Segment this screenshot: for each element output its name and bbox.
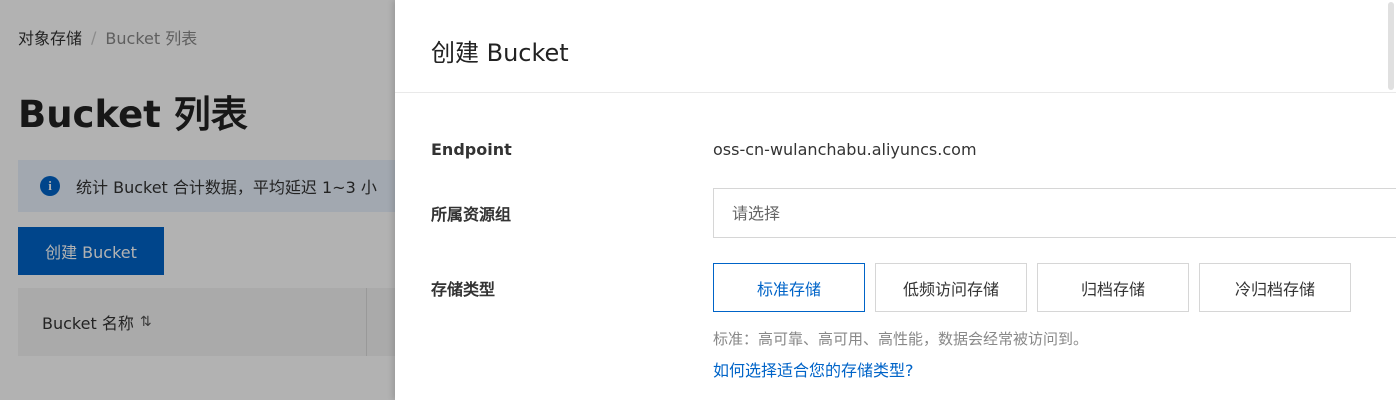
storage-option-cold-archive[interactable]: 冷归档存储 bbox=[1199, 263, 1351, 312]
storage-type-label: 存储类型 bbox=[431, 280, 496, 299]
storage-type-description: 标准：高可靠、高可用、高性能，数据会经常被访问到。 bbox=[713, 330, 1089, 348]
drawer-title: 创建 Bucket bbox=[431, 39, 569, 67]
create-bucket-drawer: 创建 Bucket Endpoint oss-cn-wulanchabu.ali… bbox=[395, 0, 1396, 400]
storage-option-archive[interactable]: 归档存储 bbox=[1037, 263, 1189, 312]
resource-group-label: 所属资源组 bbox=[431, 205, 512, 224]
drawer-header: 创建 Bucket bbox=[395, 0, 1396, 93]
endpoint-value: oss-cn-wulanchabu.aliyuncs.com bbox=[713, 140, 977, 159]
scrollbar-thumb[interactable] bbox=[1388, 2, 1394, 90]
endpoint-label: Endpoint bbox=[431, 140, 512, 159]
storage-type-options: 标准存储 低频访问存储 归档存储 冷归档存储 bbox=[713, 263, 1361, 312]
storage-type-help-link[interactable]: 如何选择适合您的存储类型? bbox=[713, 357, 914, 381]
storage-option-infrequent-access[interactable]: 低频访问存储 bbox=[875, 263, 1027, 312]
storage-option-standard[interactable]: 标准存储 bbox=[713, 263, 865, 312]
resource-group-select[interactable] bbox=[713, 188, 1396, 238]
